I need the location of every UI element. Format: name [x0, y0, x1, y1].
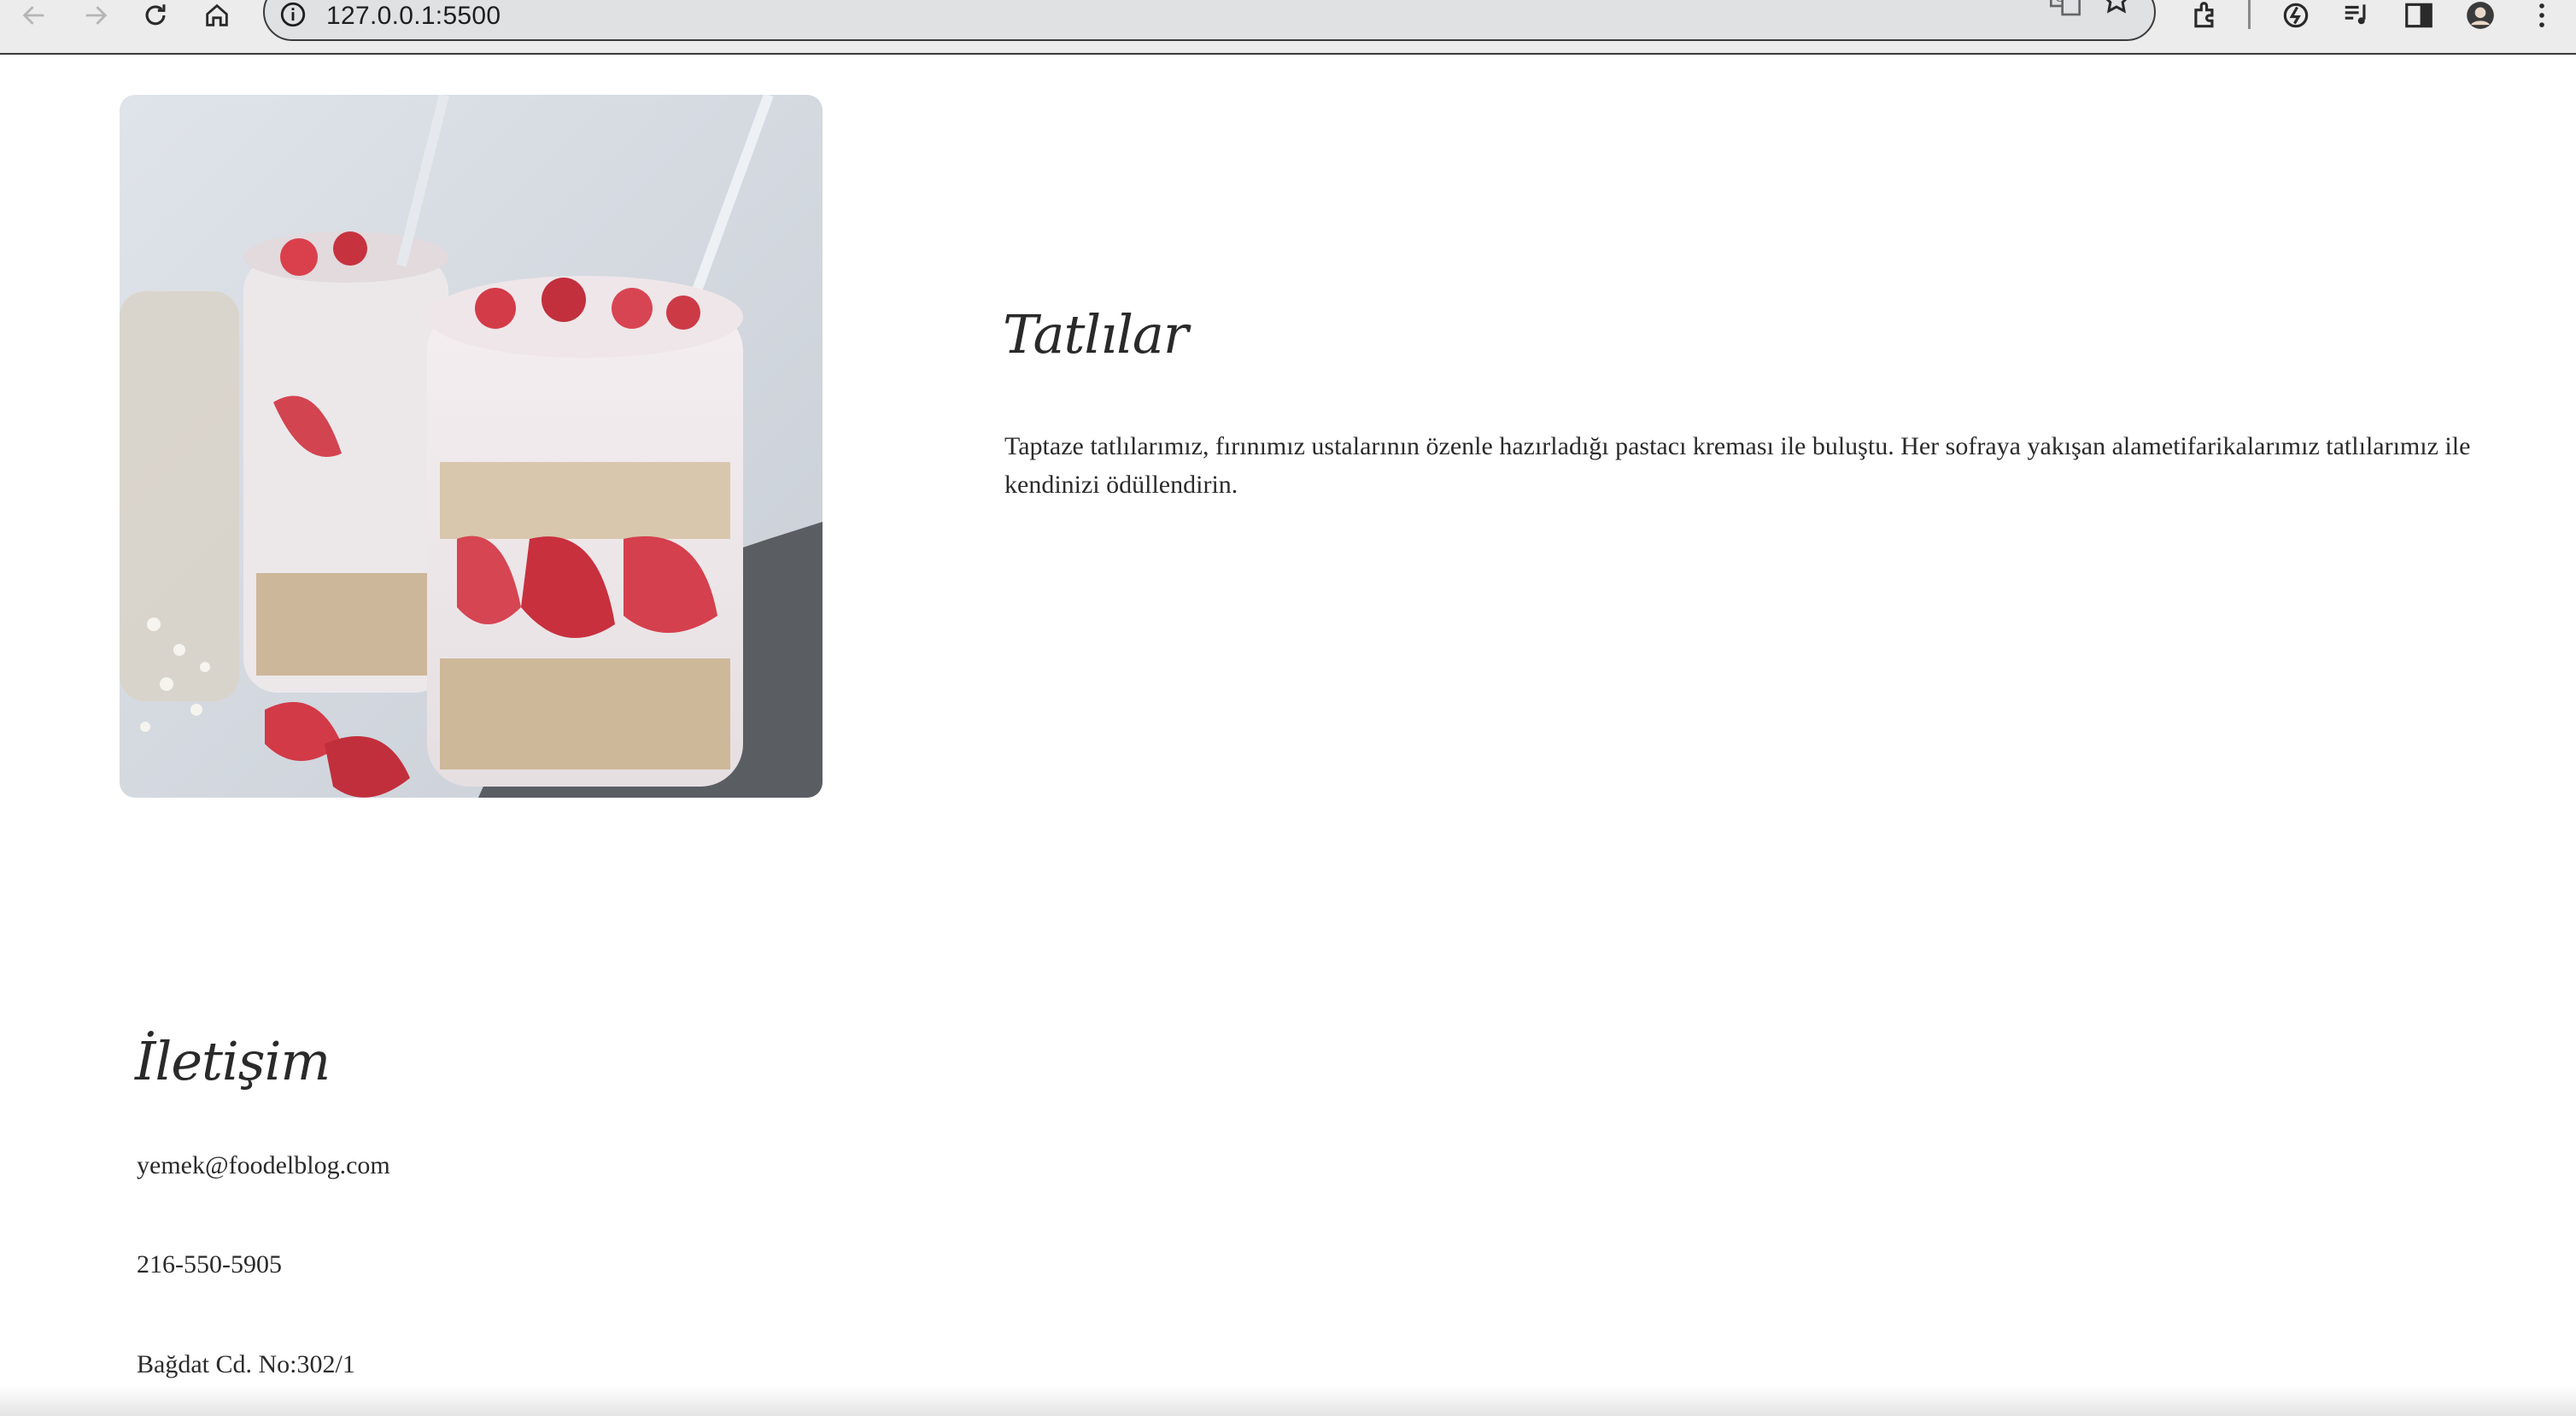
home-icon[interactable] [198, 0, 236, 31]
reload-icon[interactable] [137, 0, 174, 31]
menu-icon[interactable] [2525, 0, 2559, 31]
back-icon[interactable] [15, 0, 53, 31]
svg-text:G: G [2055, 0, 2064, 4]
contact-phone: 216-550-5905 [137, 1250, 282, 1278]
sidepanel-icon[interactable] [2402, 0, 2436, 31]
url-text[interactable]: 127.0.0.1:5500 [326, 2, 501, 31]
window-bottom-shadow [0, 1385, 2576, 1416]
sync-icon[interactable] [2279, 0, 2313, 31]
contact-email: yemek@foodelblog.com [137, 1151, 390, 1179]
extensions-icon[interactable] [2188, 0, 2222, 31]
translate-icon[interactable]: G [2048, 0, 2082, 19]
media-icon[interactable] [2340, 0, 2374, 31]
contact-address: Bağdat Cd. No:302/1 [137, 1350, 355, 1378]
desserts-description: Taptaze tatlılarımız, fırınımız ustaları… [1004, 432, 2471, 499]
toolbar-divider [2248, 0, 2251, 29]
desserts-image [120, 95, 823, 798]
desserts-title: Tatlılar [1003, 303, 1189, 366]
profile-icon[interactable] [2463, 0, 2497, 31]
contact-title: İletişim [135, 1030, 331, 1092]
address-bar[interactable]: 127.0.0.1:5500 G [263, 0, 2156, 41]
info-icon[interactable] [278, 0, 307, 29]
star-icon[interactable] [2099, 0, 2134, 17]
browser-toolbar: 127.0.0.1:5500 G [0, 0, 2576, 55]
forward-icon[interactable] [77, 0, 114, 31]
